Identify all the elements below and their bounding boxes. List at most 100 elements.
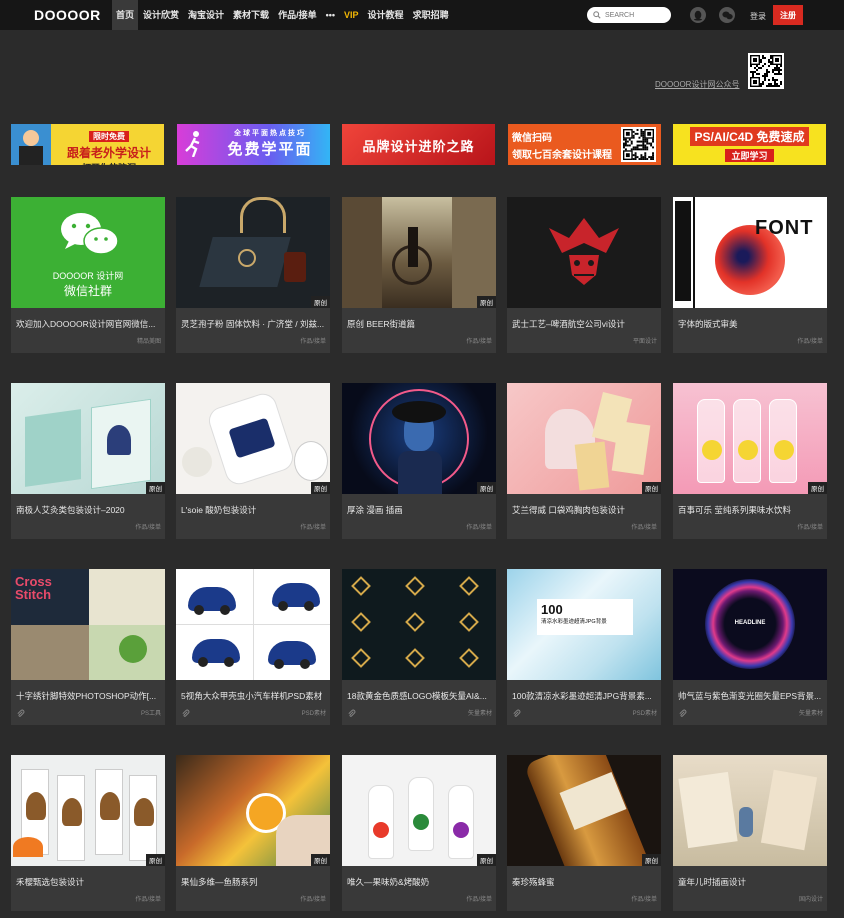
work-title[interactable]: 艾兰得威 口袋鸡胸肉包装设计 (512, 504, 658, 516)
nav-item-3[interactable]: 素材下载 (229, 0, 273, 30)
work-card[interactable]: 原创 原创 BEER街道篇 作品/接单 (342, 197, 496, 353)
work-card[interactable]: FONT 字体的版式审美作品/接单 (673, 197, 827, 353)
nav-item-7[interactable]: 设计教程 (364, 0, 408, 30)
work-card[interactable]: 5视角大众甲壳虫小汽车样机PSD素材 PSD素材 (176, 569, 330, 725)
work-title[interactable]: 欢迎加入DOOOOR设计网官网微信... (16, 318, 162, 330)
work-title[interactable]: 100款清凉水彩墨迹超清JPG背景素... (512, 690, 658, 702)
work-thumbnail[interactable]: 原创 (507, 383, 661, 494)
work-card[interactable]: Cross Stitch 十字绣针脚特效PHOTOSHOP动作[... PS工具 (11, 569, 165, 725)
work-title[interactable]: 原创 BEER街道篇 (347, 318, 493, 330)
work-card[interactable]: HEADLINE 帅气蓝与紫色渐变光圈矢量EPS背景... 矢量素材 (673, 569, 827, 725)
work-thumbnail[interactable] (342, 569, 496, 680)
work-card[interactable]: 原创秦珍殇蜂蜜作品/接单 (507, 755, 661, 911)
work-category[interactable]: 作品/接单 (466, 522, 492, 531)
work-category[interactable]: 矢量素材 (468, 708, 492, 717)
work-thumbnail[interactable]: 原创 (673, 383, 827, 494)
register-button[interactable]: 注册 (773, 5, 803, 25)
work-card[interactable]: 原创厚涂 漫画 插画作品/接单 (342, 383, 496, 539)
nav-item-6[interactable]: VIP (340, 0, 363, 30)
work-title[interactable]: 百事可乐 莹纯系列果味水饮料 (678, 504, 824, 516)
work-thumbnail[interactable]: 原创 (176, 197, 330, 308)
work-category[interactable]: PSD素材 (633, 708, 657, 717)
work-title[interactable]: 帅气蓝与紫色渐变光圈矢量EPS背景... (678, 690, 824, 702)
work-card[interactable]: 原创果仙多维—鱼肠系列作品/接单 (176, 755, 330, 911)
work-card[interactable]: 100 清凉水彩墨迹超清JPG背景 100款清凉水彩墨迹超清JPG背景素... PS… (507, 569, 661, 725)
work-title[interactable]: 果仙多维—鱼肠系列 (181, 876, 327, 888)
work-title[interactable]: 5视角大众甲壳虫小汽车样机PSD素材 (181, 690, 327, 702)
promo-banner-4[interactable]: 微信扫码 领取七百余套设计课程 (508, 124, 661, 165)
work-card[interactable]: 原创唯久—果味奶&烤酸奶作品/接单 (342, 755, 496, 911)
work-category[interactable]: PS工具 (141, 708, 161, 717)
work-category[interactable]: 作品/接单 (300, 894, 326, 903)
work-title[interactable]: 唯久—果味奶&烤酸奶 (347, 876, 493, 888)
work-category[interactable]: 作品/接单 (466, 894, 492, 903)
work-card[interactable]: 原创 L'soie 酸奶包装设计作品/接单 (176, 383, 330, 539)
work-category[interactable]: 作品/接单 (631, 522, 657, 531)
work-thumbnail[interactable] (673, 755, 827, 866)
nav-item-4[interactable]: 作品/接单 (274, 0, 321, 30)
work-title[interactable]: 灵芝孢子粉 固体饮料 · 广济堂 / 刘兹... (181, 318, 327, 330)
work-card[interactable]: 武士工艺–啤酒航空公司vi设计平面设计 (507, 197, 661, 353)
work-category[interactable]: 作品/接单 (797, 336, 823, 345)
work-thumbnail[interactable]: 原创 (176, 755, 330, 866)
promo-banner-2[interactable]: 全球平面热点技巧 免费学平面 (177, 124, 330, 165)
work-thumbnail[interactable]: 原创 (342, 755, 496, 866)
work-title[interactable]: 童年儿时插画设计 (678, 876, 824, 888)
qq-icon[interactable] (690, 7, 706, 23)
work-category[interactable]: 作品/接单 (135, 894, 161, 903)
work-title[interactable]: 字体的版式审美 (678, 318, 824, 330)
site-logo[interactable]: DOOOOR (34, 7, 101, 23)
work-category[interactable]: 精品美图 (137, 336, 161, 345)
work-category[interactable]: 作品/接单 (135, 522, 161, 531)
work-category[interactable]: 作品/接单 (631, 894, 657, 903)
work-thumbnail[interactable]: 原创 (11, 383, 165, 494)
work-title[interactable]: 武士工艺–啤酒航空公司vi设计 (512, 318, 658, 330)
search-input[interactable] (605, 11, 665, 19)
work-card[interactable]: 原创百事可乐 莹纯系列果味水饮料作品/接单 (673, 383, 827, 539)
work-category[interactable]: 作品/接单 (466, 336, 492, 345)
work-category[interactable]: 作品/接单 (300, 522, 326, 531)
work-thumbnail[interactable]: HEADLINE (673, 569, 827, 680)
nav-item-2[interactable]: 淘宝设计 (184, 0, 228, 30)
work-category[interactable]: 作品/接单 (797, 522, 823, 531)
work-title[interactable]: L'soie 酸奶包装设计 (181, 504, 327, 516)
nav-item-1[interactable]: 设计欣赏 (139, 0, 183, 30)
work-thumbnail[interactable]: Cross Stitch (11, 569, 165, 680)
work-title[interactable]: 18款黄金色质感LOGO模板矢量AI&... (347, 690, 493, 702)
work-category[interactable]: PSD素材 (302, 708, 326, 717)
work-category[interactable]: 矢量素材 (799, 708, 823, 717)
login-link[interactable]: 登录 (750, 11, 766, 22)
work-title[interactable]: 十字绣针脚特效PHOTOSHOP动作[... (16, 690, 162, 702)
work-card[interactable]: 原创禾樱甄选包装设计作品/接单 (11, 755, 165, 911)
nav-item-5[interactable]: ••• (322, 0, 339, 30)
work-title[interactable]: 厚涂 漫画 插画 (347, 504, 493, 516)
work-thumbnail[interactable]: 原创 (11, 755, 165, 866)
work-thumbnail[interactable]: FONT (673, 197, 827, 308)
work-thumbnail[interactable]: 100 清凉水彩墨迹超清JPG背景 (507, 569, 661, 680)
work-category[interactable]: 平面设计 (633, 336, 657, 345)
work-card[interactable]: 童年儿时插画设计国内设计 (673, 755, 827, 911)
work-card[interactable]: 原创艾兰得威 口袋鸡胸肉包装设计作品/接单 (507, 383, 661, 539)
wechat-icon[interactable] (719, 7, 735, 23)
work-thumbnail[interactable] (507, 197, 661, 308)
work-card[interactable]: 原创南极人艾灸类包装设计–2020 作品/接单 (11, 383, 165, 539)
promo-banner-3[interactable]: 品牌设计进阶之路 (342, 124, 495, 165)
promo-banner-5[interactable]: PS/AI/C4D 免费速成 立即学习 (673, 124, 826, 165)
work-thumbnail[interactable]: 原创 (507, 755, 661, 866)
work-thumbnail[interactable]: 原创 (176, 383, 330, 494)
work-title[interactable]: 禾樱甄选包装设计 (16, 876, 162, 888)
work-category[interactable]: 国内设计 (799, 894, 823, 903)
wechat-official-account-link[interactable]: DOOOOR设计网公众号 (655, 79, 739, 90)
work-card[interactable]: 18款黄金色质感LOGO模板矢量AI&... 矢量素材 (342, 569, 496, 725)
work-thumbnail[interactable]: DOOOOR 设计网 微信社群 (11, 197, 165, 308)
work-thumbnail[interactable]: 原创 (342, 383, 496, 494)
work-card[interactable]: DOOOOR 设计网 微信社群欢迎加入DOOOOR设计网官网微信... 精品美图 (11, 197, 165, 353)
work-thumbnail[interactable] (176, 569, 330, 680)
nav-item-0[interactable]: 首页 (112, 0, 139, 30)
nav-item-8[interactable]: 求职招聘 (409, 0, 453, 30)
promo-banner-1[interactable]: 限时免费 跟着老外学设计 打开你的脑洞 (11, 124, 164, 165)
work-title[interactable]: 南极人艾灸类包装设计–2020 (16, 504, 162, 516)
work-title[interactable]: 秦珍殇蜂蜜 (512, 876, 658, 888)
work-card[interactable]: 原创 灵芝孢子粉 固体饮料 · 广济堂 / 刘兹... 作品/接单 (176, 197, 330, 353)
search-box[interactable] (587, 7, 671, 23)
